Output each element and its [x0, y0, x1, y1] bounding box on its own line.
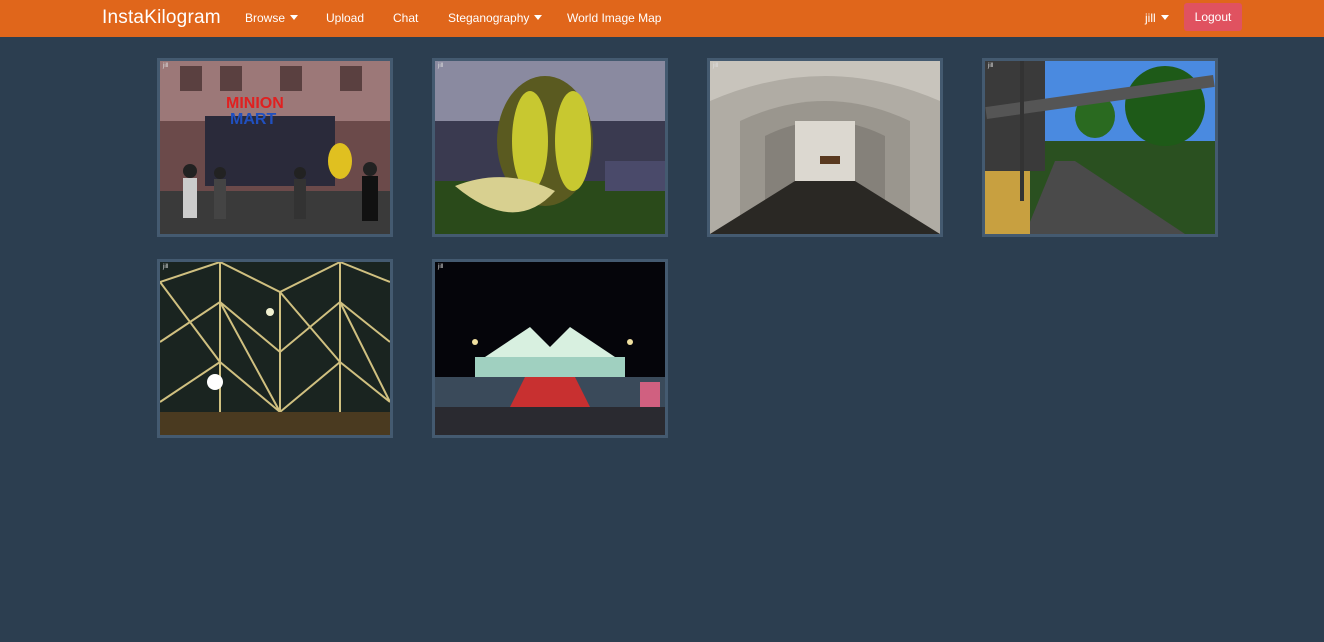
caret-down-icon: [534, 15, 543, 21]
owner-tag: jill: [438, 264, 444, 270]
street-shop-photo: MINION MART: [160, 61, 390, 234]
svg-text:MINION: MINION: [226, 95, 284, 112]
top-navbar: InstaKilogram Browse Upload Chat Stegano…: [0, 0, 1324, 37]
gallery-image[interactable]: jill: [707, 58, 943, 237]
steganography-dropdown[interactable]: Steganography: [448, 11, 543, 25]
world-image-map-link[interactable]: World Image Map: [567, 11, 661, 25]
chat-link[interactable]: Chat: [393, 11, 418, 25]
logout-button[interactable]: Logout: [1184, 3, 1242, 31]
caret-down-icon: [290, 15, 299, 21]
user-dropdown[interactable]: jill: [1145, 11, 1169, 25]
owner-tag: jill: [713, 63, 719, 69]
gallery-image[interactable]: MINION MART jill: [157, 58, 393, 237]
gallery-image[interactable]: jill: [432, 58, 668, 237]
gallery-image[interactable]: jill: [157, 259, 393, 438]
caret-down-icon: [1160, 15, 1169, 21]
glass-dome-night-photo: [160, 262, 390, 435]
durian-sculpture-photo: [435, 61, 665, 234]
owner-tag: jill: [163, 264, 169, 270]
svg-text:MART: MART: [230, 111, 276, 128]
brand-logo[interactable]: InstaKilogram: [102, 7, 221, 29]
park-path-photo: [985, 61, 1215, 234]
owner-tag: jill: [438, 63, 444, 69]
browse-dropdown[interactable]: Browse: [245, 11, 299, 25]
gallery-image[interactable]: jill: [982, 58, 1218, 237]
owner-tag: jill: [163, 63, 169, 69]
browse-label: Browse: [245, 11, 286, 25]
steganography-label: Steganography: [448, 11, 530, 25]
gallery-image[interactable]: jill: [432, 259, 668, 438]
user-name: jill: [1145, 11, 1156, 25]
arched-corridor-photo: [710, 61, 940, 234]
upload-link[interactable]: Upload: [326, 11, 364, 25]
illuminated-building-night-photo: [435, 262, 665, 435]
owner-tag: jill: [988, 63, 994, 69]
